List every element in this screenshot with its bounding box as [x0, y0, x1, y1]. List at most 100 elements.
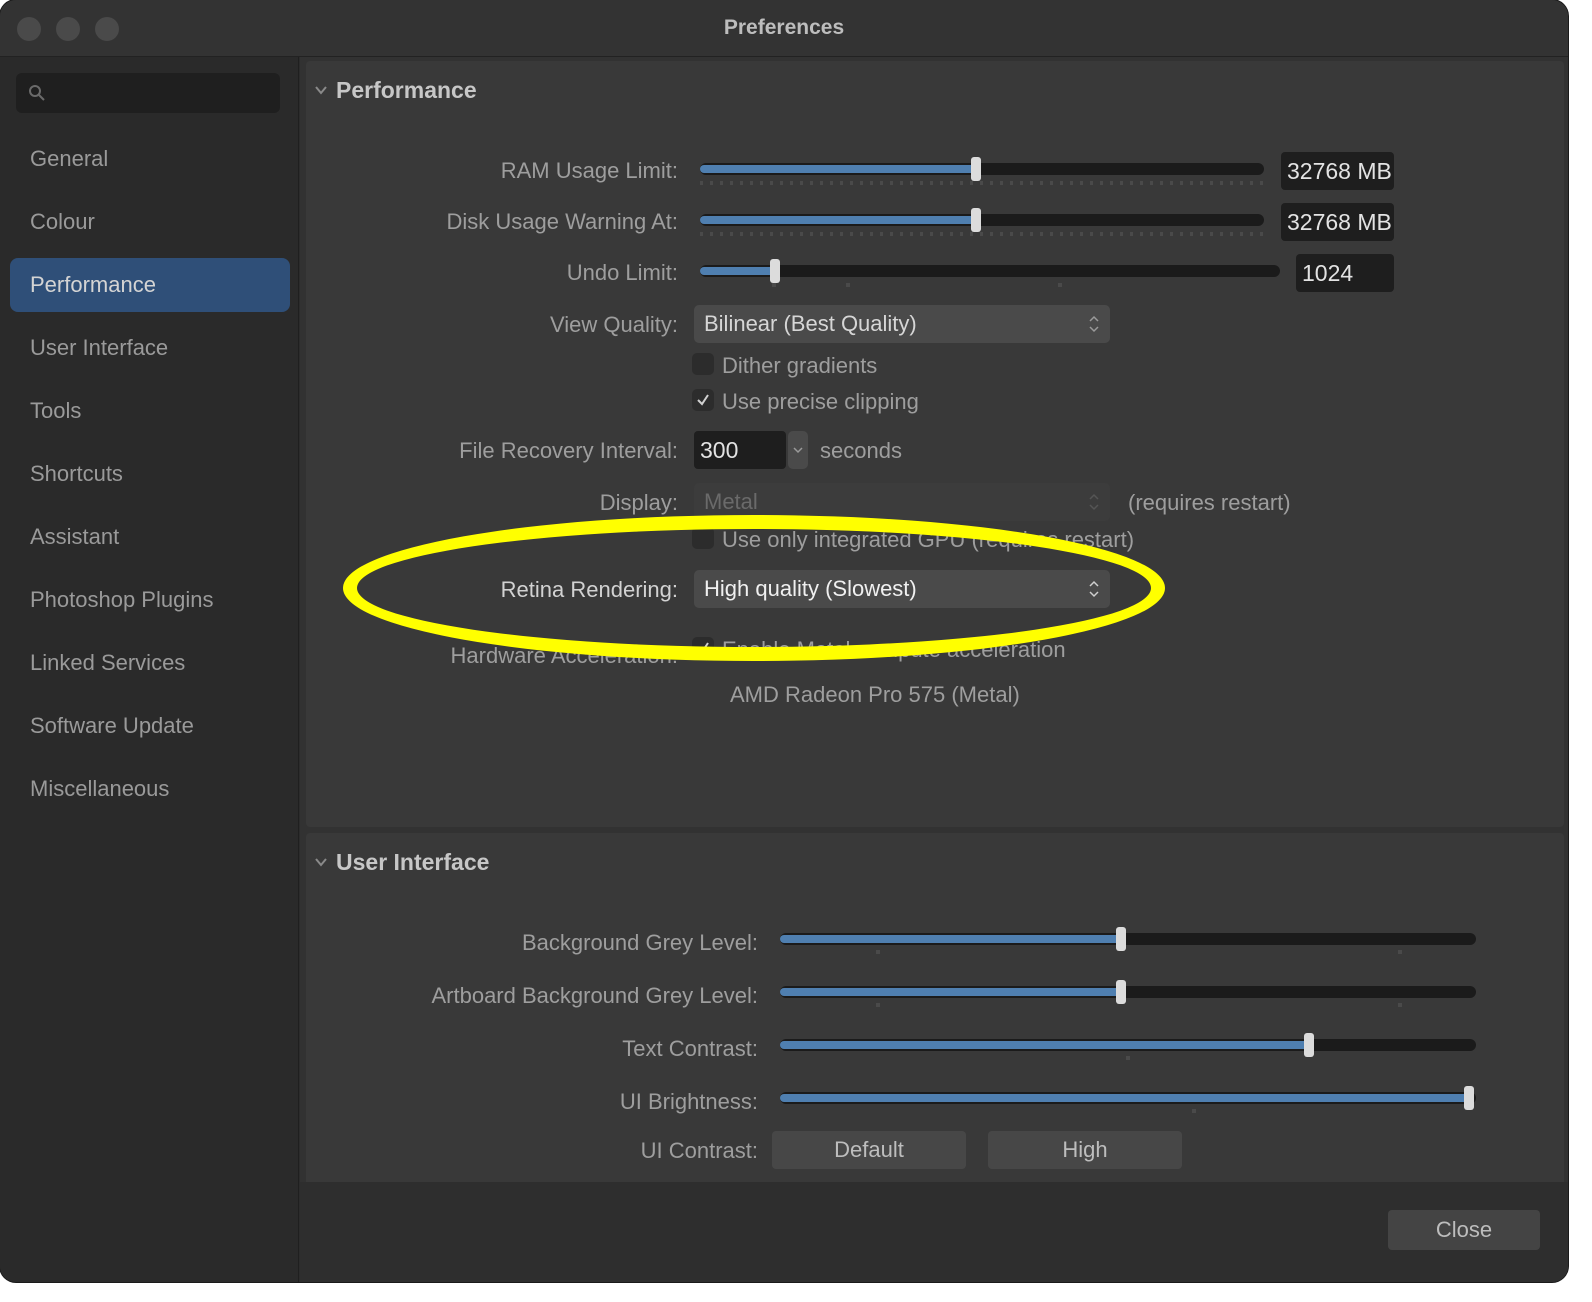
- ui-contrast-label: UI Contrast:: [640, 1138, 758, 1163]
- ui-brightness-label: UI Brightness:: [619, 1089, 758, 1114]
- search-icon: [29, 85, 45, 101]
- sidebar-item-photoshop-plugins[interactable]: Photoshop Plugins: [10, 573, 290, 627]
- dither-gradients-checkbox[interactable]: [692, 353, 714, 375]
- display-restart-note: (requires restart): [1128, 490, 1291, 515]
- disk-warning-slider[interactable]: [700, 208, 1264, 232]
- ui-brightness-slider[interactable]: [780, 1086, 1476, 1110]
- seconds-label: seconds: [820, 438, 902, 463]
- chevron-down-icon[interactable]: [314, 855, 328, 869]
- artboard-grey-label: Artboard Background Grey Level:: [431, 983, 758, 1008]
- slider-fill: [780, 1041, 1309, 1049]
- disk-warning-field[interactable]: 32768 MB: [1281, 203, 1394, 241]
- performance-panel: Performance RAM Usage Limit: 32768 MB Di…: [306, 61, 1564, 827]
- undo-limit-field[interactable]: 1024: [1296, 254, 1394, 292]
- slider-tick: [772, 283, 776, 287]
- precise-clipping-checkbox[interactable]: [692, 389, 714, 411]
- checkmark-icon: [697, 642, 709, 654]
- contrast-high-button[interactable]: High: [988, 1131, 1182, 1169]
- display-value: Metal: [704, 489, 758, 514]
- slider-knob[interactable]: [971, 157, 981, 181]
- sidebar-item-linked-services[interactable]: Linked Services: [10, 636, 290, 690]
- select-arrows-icon: [1089, 580, 1099, 598]
- slider-tick: [1192, 1109, 1196, 1113]
- sidebar-item-general[interactable]: General: [10, 132, 290, 186]
- sidebar-item-tools[interactable]: Tools: [10, 384, 290, 438]
- slider-knob[interactable]: [1304, 1033, 1314, 1057]
- slider-ticks: [700, 232, 1264, 236]
- text-contrast-slider[interactable]: [780, 1033, 1476, 1057]
- select-arrows-icon: [1089, 315, 1099, 333]
- section-title-user-interface: User Interface: [336, 849, 490, 875]
- footer-bar: Close: [300, 1182, 1568, 1282]
- slider-knob[interactable]: [1116, 927, 1126, 951]
- slider-fill: [700, 267, 775, 275]
- artboard-grey-slider[interactable]: [780, 980, 1476, 1004]
- integrated-gpu-label: Use only integrated GPU (requires restar…: [722, 527, 1135, 552]
- slider-tick: [846, 283, 850, 287]
- sidebar-item-user-interface[interactable]: User Interface: [10, 321, 290, 375]
- chevron-down-icon: [793, 447, 803, 454]
- slider-tick: [876, 1003, 880, 1007]
- ram-limit-slider[interactable]: [700, 157, 1264, 181]
- bg-grey-slider[interactable]: [780, 927, 1476, 951]
- hardware-acceleration-label: Hardware Acceleration:: [450, 643, 678, 668]
- undo-limit-label: Undo Limit:: [566, 260, 678, 285]
- checkmark-icon: [697, 394, 709, 406]
- main-content: Performance RAM Usage Limit: 32768 MB Di…: [300, 57, 1568, 1282]
- slider-tick: [1398, 950, 1402, 954]
- text-contrast-label: Text Contrast:: [622, 1036, 758, 1061]
- sidebar-item-colour[interactable]: Colour: [10, 195, 290, 249]
- view-quality-select[interactable]: Bilinear (Best Quality): [694, 305, 1110, 343]
- ram-limit-label: RAM Usage Limit:: [500, 158, 678, 183]
- window-title: Preferences: [723, 16, 845, 39]
- dither-gradients-label: Dither gradients: [722, 353, 878, 378]
- slider-fill: [700, 216, 976, 224]
- view-quality-value: Bilinear (Best Quality): [704, 311, 917, 336]
- section-title-performance: Performance: [336, 77, 477, 103]
- sidebar-item-software-update[interactable]: Software Update: [10, 699, 290, 753]
- metal-compute-checkbox[interactable]: [692, 637, 714, 659]
- file-recovery-label: File Recovery Interval:: [459, 438, 678, 463]
- slider-tick: [876, 950, 880, 954]
- view-quality-label: View Quality:: [550, 312, 678, 337]
- precise-clipping-label: Use precise clipping: [722, 389, 919, 414]
- slider-knob[interactable]: [770, 259, 780, 283]
- preferences-window: Preferences General Colour Performance U…: [0, 0, 1568, 1282]
- retina-rendering-label: Retina Rendering:: [500, 577, 678, 602]
- disk-warning-label: Disk Usage Warning At:: [446, 209, 679, 234]
- slider-knob[interactable]: [1116, 980, 1126, 1004]
- file-recovery-field[interactable]: 300: [694, 431, 786, 469]
- slider-fill: [780, 935, 1121, 943]
- undo-limit-slider[interactable]: [700, 259, 1280, 283]
- sidebar-item-miscellaneous[interactable]: Miscellaneous: [10, 762, 290, 816]
- slider-tick: [1058, 283, 1062, 287]
- metal-compute-label: Enable Metal compute acceleration: [722, 637, 1066, 662]
- slider-fill: [780, 1094, 1469, 1102]
- integrated-gpu-checkbox[interactable]: [692, 527, 714, 549]
- slider-tick: [1398, 1003, 1402, 1007]
- chevron-down-icon[interactable]: [314, 83, 328, 97]
- sidebar-item-performance[interactable]: Performance: [10, 258, 290, 312]
- gpu-name-text: AMD Radeon Pro 575 (Metal): [730, 682, 1020, 707]
- display-label: Display:: [599, 490, 678, 515]
- slider-fill: [700, 165, 976, 173]
- sidebar-item-shortcuts[interactable]: Shortcuts: [10, 447, 290, 501]
- file-recovery-stepper[interactable]: [788, 431, 808, 469]
- slider-tick: [1126, 1056, 1130, 1060]
- title-bar: Preferences: [0, 0, 1568, 57]
- slider-knob[interactable]: [1464, 1086, 1474, 1110]
- slider-ticks: [700, 181, 1264, 185]
- close-button[interactable]: Close: [1388, 1210, 1540, 1250]
- bg-grey-label: Background Grey Level:: [521, 930, 758, 955]
- display-select: Metal: [694, 483, 1110, 521]
- sidebar-item-assistant[interactable]: Assistant: [10, 510, 290, 564]
- slider-knob[interactable]: [971, 208, 981, 232]
- ram-limit-field[interactable]: 32768 MB: [1281, 152, 1394, 190]
- user-interface-panel: User Interface Background Grey Level: Ar…: [306, 833, 1564, 1193]
- contrast-default-button[interactable]: Default: [772, 1131, 966, 1169]
- search-input[interactable]: [16, 73, 280, 113]
- retina-rendering-value: High quality (Slowest): [704, 576, 917, 601]
- retina-rendering-select[interactable]: High quality (Slowest): [694, 570, 1110, 608]
- select-arrows-icon: [1089, 493, 1099, 511]
- sidebar: General Colour Performance User Interfac…: [0, 57, 299, 1282]
